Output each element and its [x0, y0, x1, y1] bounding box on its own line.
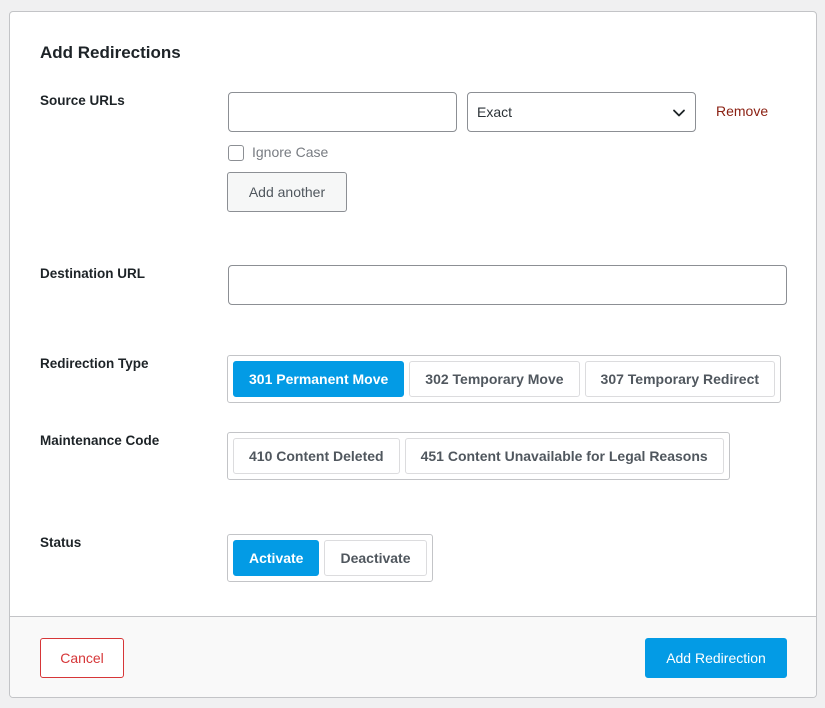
ignore-case-label[interactable]: Ignore Case	[252, 144, 328, 160]
modal-title: Add Redirections	[40, 43, 181, 62]
maintenance-code-group: 410 Content Deleted 451 Content Unavaila…	[227, 432, 730, 480]
code-451-button[interactable]: 451 Content Unavailable for Legal Reason…	[404, 438, 724, 474]
modal-footer: Cancel Add Redirection	[10, 616, 816, 697]
activate-button[interactable]: Activate	[233, 540, 320, 576]
destination-url-input[interactable]	[228, 265, 787, 305]
redirection-type-group: 301 Permanent Move 302 Temporary Move 30…	[227, 355, 782, 403]
chevron-down-icon	[673, 109, 685, 117]
match-type-select[interactable]: Exact	[467, 92, 696, 132]
deactivate-button[interactable]: Deactivate	[324, 540, 427, 576]
type-302-button[interactable]: 302 Temporary Move	[409, 361, 580, 397]
add-redirections-modal: Add Redirections Source URLs Exact Remov…	[9, 11, 817, 698]
status-group: Activate Deactivate	[227, 534, 433, 582]
destination-url-label: Destination URL	[40, 266, 146, 281]
code-410-button[interactable]: 410 Content Deleted	[233, 438, 400, 474]
source-urls-label: Source URLs	[40, 93, 125, 108]
source-url-input[interactable]	[228, 92, 457, 132]
add-redirection-button[interactable]: Add Redirection	[645, 638, 787, 678]
status-label: Status	[40, 535, 82, 550]
remove-link[interactable]: Remove	[716, 103, 768, 119]
ignore-case-checkbox[interactable]	[228, 145, 244, 161]
add-another-button[interactable]: Add another	[227, 172, 347, 212]
match-type-value: Exact	[477, 104, 513, 120]
maintenance-code-label: Maintenance Code	[40, 433, 160, 448]
type-307-button[interactable]: 307 Temporary Redirect	[584, 361, 776, 397]
cancel-button[interactable]: Cancel	[40, 638, 124, 678]
type-301-button[interactable]: 301 Permanent Move	[233, 361, 405, 397]
redirection-type-label: Redirection Type	[40, 356, 149, 371]
